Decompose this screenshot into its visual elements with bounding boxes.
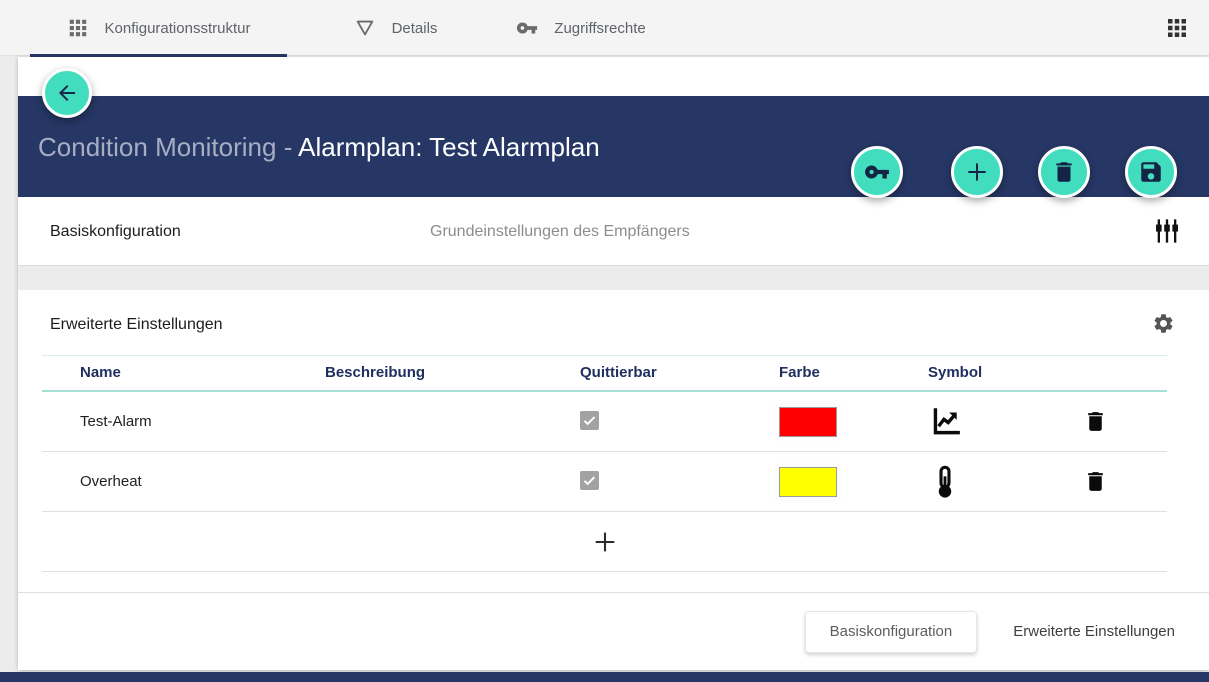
alarm-table: Name Beschreibung Quittierbar Farbe Symb… bbox=[42, 355, 1167, 572]
tab-konfigurationsstruktur[interactable]: Konfigurationsstruktur bbox=[30, 0, 287, 56]
alarm-name: Test-Alarm bbox=[80, 413, 152, 430]
quittierbar-checkbox[interactable] bbox=[580, 471, 599, 490]
row-delete-button[interactable] bbox=[1083, 409, 1108, 434]
access-rights-button[interactable] bbox=[851, 146, 903, 198]
color-swatch[interactable] bbox=[779, 407, 837, 437]
tune-vertical-icon[interactable] bbox=[1153, 217, 1181, 245]
basis-description: Grundeinstellungen des Empfängers bbox=[430, 223, 690, 241]
color-swatch[interactable] bbox=[779, 467, 837, 497]
trash-icon bbox=[1083, 469, 1108, 494]
basis-label: Basiskonfiguration bbox=[50, 223, 181, 241]
basiskonfiguration-row[interactable]: Basiskonfiguration Grundeinstellungen de… bbox=[18, 197, 1209, 266]
page-title-main: Alarmplan: Test Alarmplan bbox=[298, 132, 600, 162]
arrow-left-icon bbox=[55, 81, 79, 105]
funnel-icon bbox=[354, 17, 376, 39]
add-alarm-row[interactable] bbox=[42, 512, 1167, 572]
check-icon bbox=[582, 413, 597, 428]
section-title: Erweiterte Einstellungen bbox=[50, 316, 223, 334]
erweiterte-einstellungen-button[interactable]: Erweiterte Einstellungen bbox=[1009, 611, 1179, 653]
basiskonfiguration-button[interactable]: Basiskonfiguration bbox=[805, 611, 978, 653]
screen: Konfigurationsstruktur Details Zugriffsr… bbox=[0, 0, 1209, 682]
tab-label: Konfigurationsstruktur bbox=[105, 20, 251, 37]
col-header-symbol: Symbol bbox=[928, 364, 982, 381]
table-header-row: Name Beschreibung Quittierbar Farbe Symb… bbox=[42, 355, 1167, 392]
col-header-name: Name bbox=[80, 364, 121, 381]
save-icon bbox=[1138, 159, 1164, 185]
table-row: Test-Alarm bbox=[42, 392, 1167, 452]
key-icon bbox=[516, 17, 538, 39]
add-button[interactable] bbox=[951, 146, 1003, 198]
section-gap bbox=[18, 266, 1209, 290]
erweiterte-einstellungen-card: Erweiterte Einstellungen Name Beschreibu… bbox=[18, 290, 1209, 670]
footer-actions: Basiskonfiguration Erweiterte Einstellun… bbox=[18, 593, 1209, 670]
title-band: Condition Monitoring - Alarmplan: Test A… bbox=[18, 96, 1209, 197]
bottom-bar bbox=[0, 672, 1209, 682]
top-tabbar: Konfigurationsstruktur Details Zugriffsr… bbox=[0, 0, 1209, 56]
trash-icon bbox=[1083, 409, 1108, 434]
plus-icon[interactable] bbox=[591, 528, 619, 556]
chart-line-icon[interactable] bbox=[928, 405, 962, 439]
check-icon bbox=[582, 473, 597, 488]
page-title-prefix: Condition Monitoring - bbox=[38, 132, 298, 162]
save-button[interactable] bbox=[1125, 146, 1177, 198]
thermometer-icon[interactable] bbox=[928, 465, 962, 499]
tab-label: Details bbox=[392, 20, 438, 37]
quittierbar-checkbox[interactable] bbox=[580, 411, 599, 430]
back-button[interactable] bbox=[42, 68, 92, 118]
grid-icon bbox=[67, 17, 89, 39]
page-title: Condition Monitoring - Alarmplan: Test A… bbox=[38, 132, 600, 163]
alarm-name: Overheat bbox=[80, 473, 142, 490]
tab-label: Zugriffsrechte bbox=[554, 20, 645, 37]
row-delete-button[interactable] bbox=[1083, 469, 1108, 494]
apps-grid-icon[interactable] bbox=[1165, 16, 1189, 40]
gear-icon[interactable] bbox=[1152, 312, 1175, 335]
key-icon bbox=[864, 159, 890, 185]
tab-details[interactable]: Details bbox=[338, 0, 453, 56]
col-header-farbe: Farbe bbox=[779, 364, 820, 381]
col-header-beschreibung: Beschreibung bbox=[325, 364, 425, 381]
table-row: Overheat bbox=[42, 452, 1167, 512]
tab-zugriffsrechte[interactable]: Zugriffsrechte bbox=[495, 0, 667, 56]
col-header-quittierbar: Quittierbar bbox=[580, 364, 657, 381]
delete-button[interactable] bbox=[1038, 146, 1090, 198]
trash-icon bbox=[1051, 159, 1077, 185]
plus-icon bbox=[964, 159, 990, 185]
